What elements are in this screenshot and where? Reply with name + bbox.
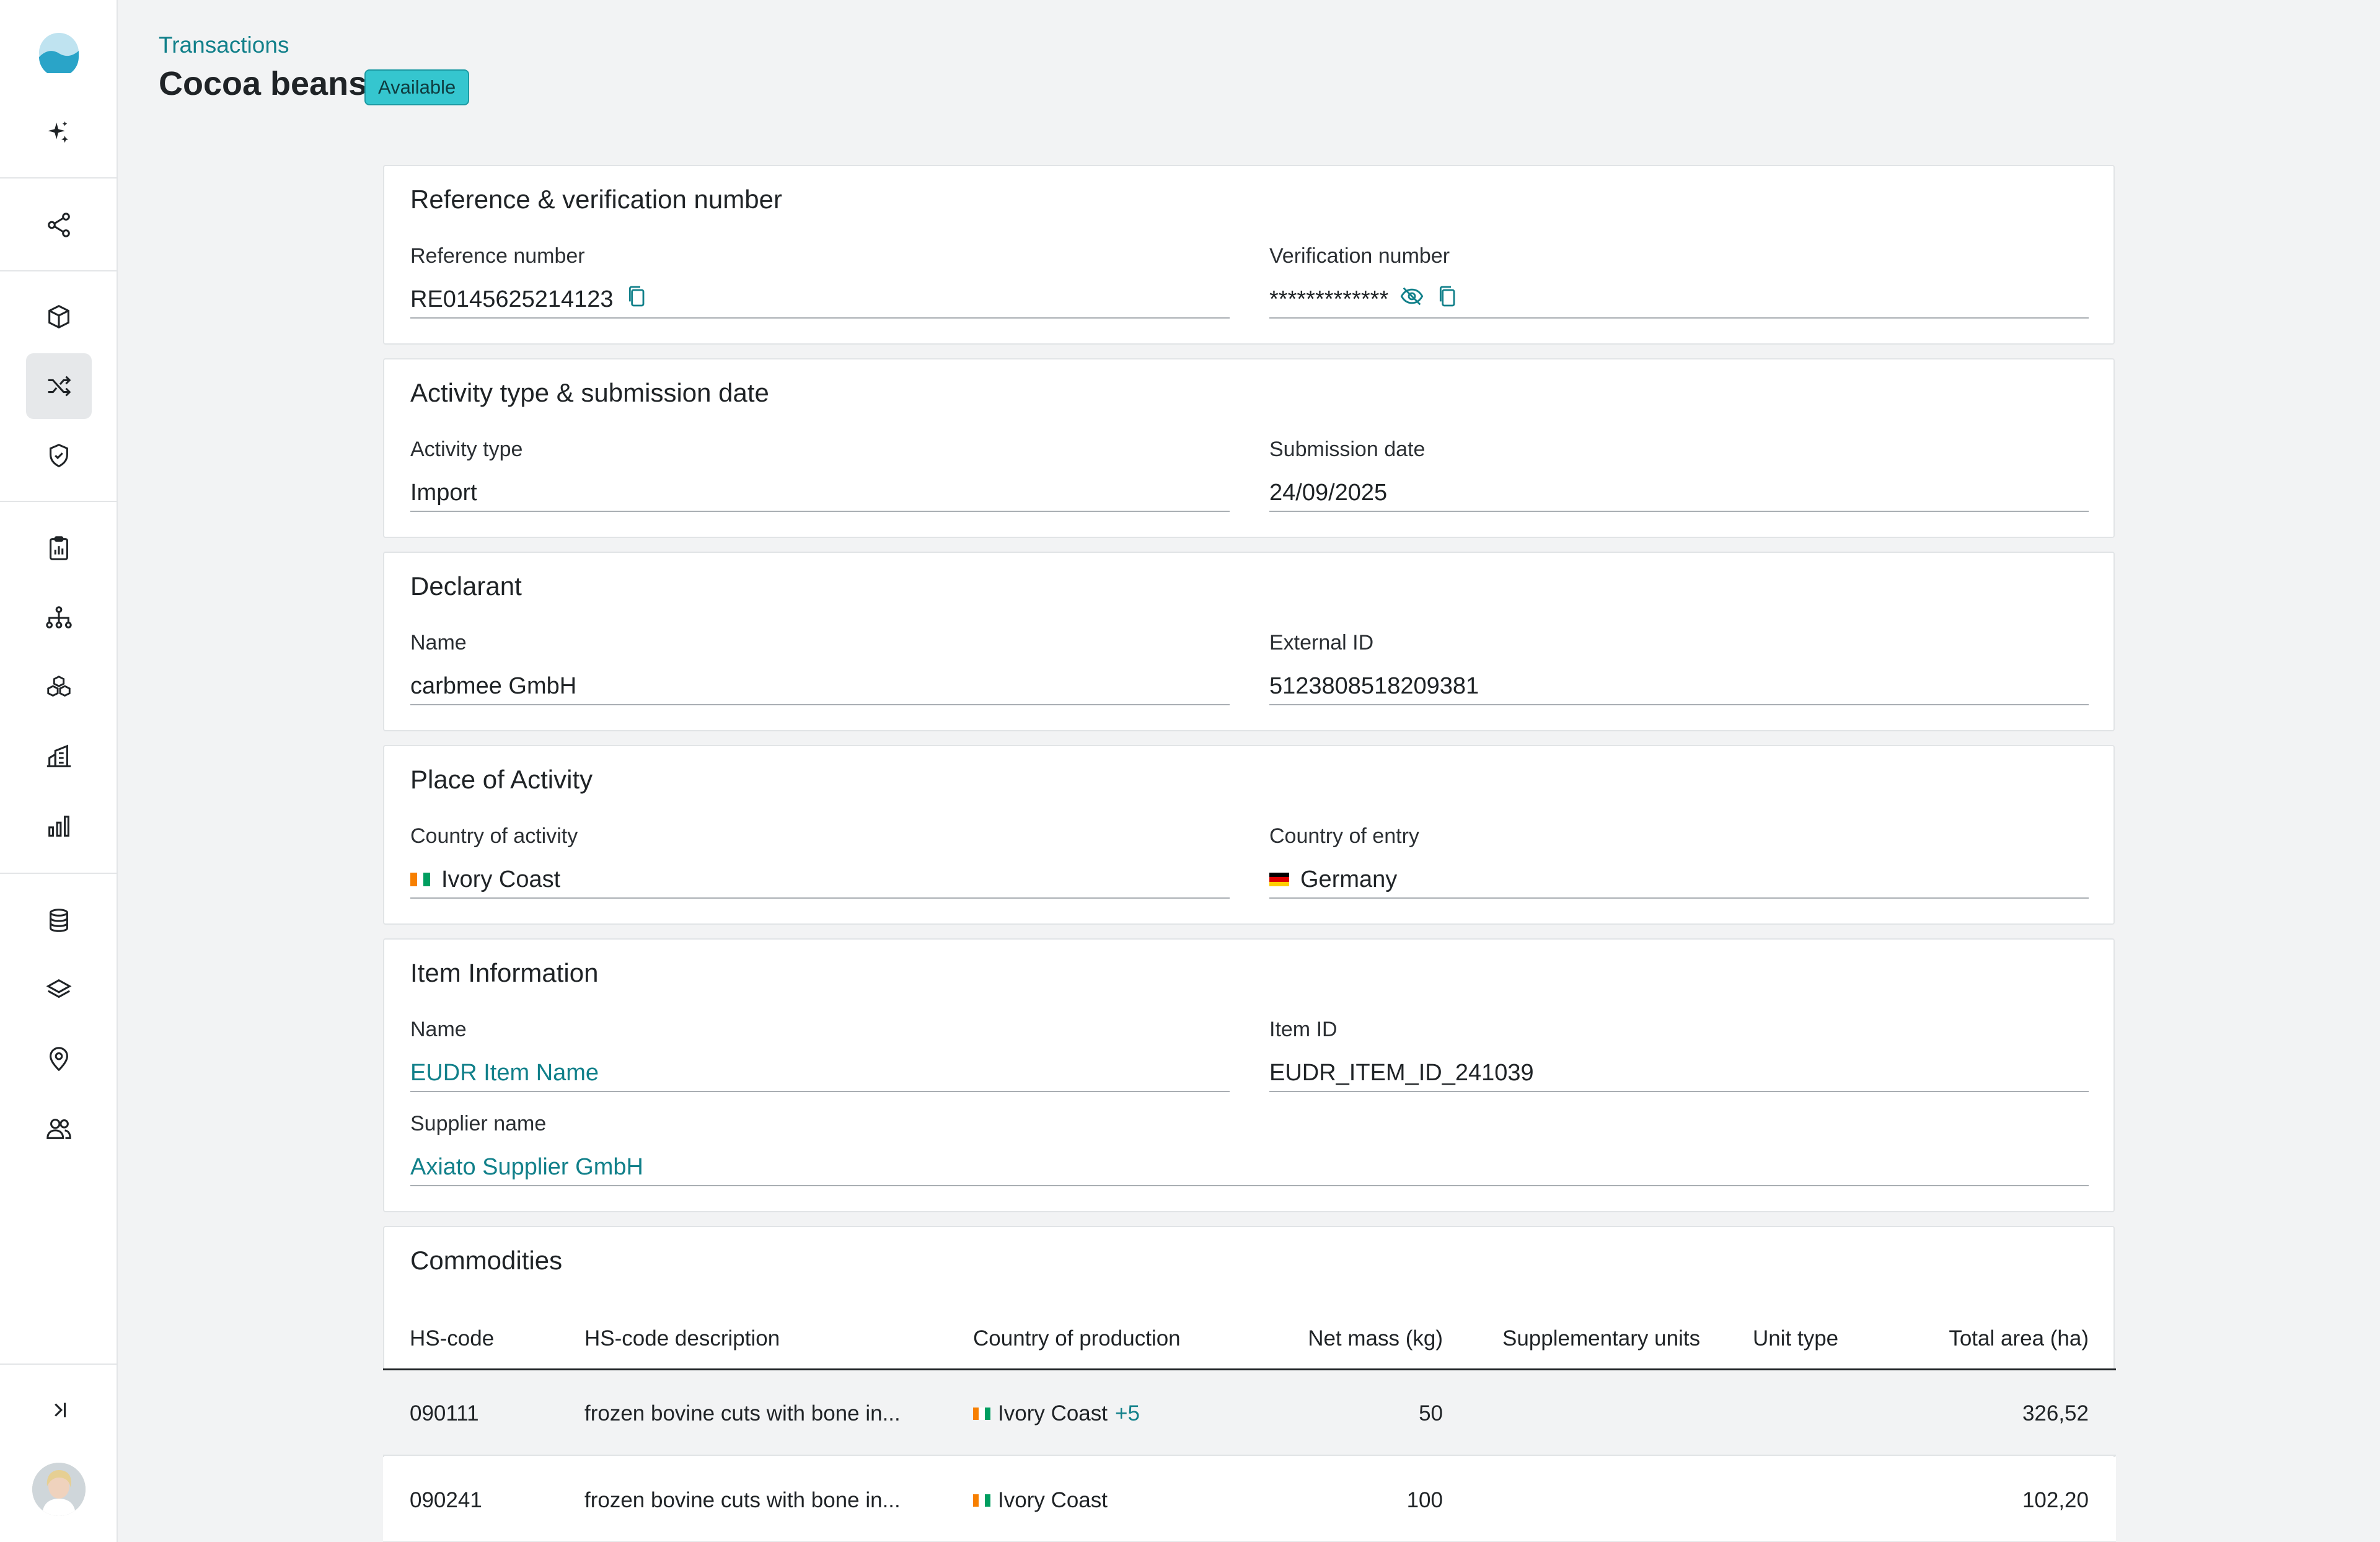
field-label: Activity type [410,438,523,461]
bar-chart-icon[interactable] [26,793,92,859]
building-chart-icon[interactable] [26,724,92,790]
field-label: Name [410,631,467,654]
country-of-entry-value: Germany [1300,866,1398,892]
column-header[interactable]: Unit type [1753,1326,1838,1351]
avatar[interactable] [32,1463,86,1516]
page-title: Cocoa beans [159,65,368,102]
hs-code-cell: 090241 [410,1488,482,1512]
item-card: Item Information Name EUDR Item Name Ite… [383,938,2115,1212]
ivory-coast-flag-icon [410,873,431,886]
column-header[interactable]: Total area (ha) [1884,1326,2089,1351]
supplier-name-field: Supplier name Axiato Supplier GmbH [410,1112,2089,1186]
item-id-value: EUDR_ITEM_ID_241039 [1269,1055,2089,1092]
field-label: Item ID [1269,1018,1338,1041]
ivory-coast-flag-icon [973,1494,990,1507]
status-badge: Available [364,69,470,105]
users-icon[interactable] [26,1096,92,1161]
shield-check-icon[interactable] [26,423,92,488]
sidebar-divider [0,270,117,271]
copy-icon[interactable] [1435,284,1460,315]
field-label: Submission date [1269,438,1426,461]
country-value: Ivory Coast [998,1488,1108,1512]
reference-card: Reference & verification number Referenc… [383,165,2115,345]
field-label: Reference number [410,244,585,268]
field-label: Name [410,1018,467,1041]
activity-type-value: Import [410,475,1230,512]
column-header[interactable]: Supplementary units [1502,1326,1700,1351]
location-pin-icon[interactable] [26,1026,92,1092]
collapse-icon[interactable] [26,1377,92,1443]
section-title: Item Information [410,958,599,987]
submission-date-value: 24/09/2025 [1269,475,2089,512]
copy-icon[interactable] [625,284,650,315]
field-label: Country of activity [410,824,578,848]
total-area-cell: 326,52 [2022,1401,2089,1425]
section-title: Place of Activity [410,765,593,794]
section-title: Activity type & submission date [410,378,769,407]
total-area-cell: 102,20 [2022,1488,2089,1512]
field-label: Country of entry [1269,824,1419,848]
sidebar-divider [0,501,117,502]
table-row[interactable]: 090241 frozen bovine cuts with bone in..… [383,1457,2116,1542]
column-header[interactable]: Net mass (kg) [1240,1326,1443,1351]
country-cell: Ivory Coast +5 [973,1401,1140,1426]
declarant-name-field: Name carbmee GmbH [410,631,1230,705]
verification-number-value: ************* [1269,286,1389,312]
activity-type-field: Activity type Import [410,438,1230,512]
country-of-entry-field: Country of entry Germany [1269,824,2089,899]
eye-off-icon[interactable] [1399,284,1424,315]
column-header[interactable]: HS-code description [584,1326,780,1351]
more-countries-link[interactable]: +5 [1115,1401,1140,1426]
app-logo[interactable] [38,32,79,77]
country-value: Ivory Coast [998,1401,1108,1425]
germany-flag-icon [1269,873,1289,886]
column-header[interactable]: Country of production [973,1326,1181,1351]
reference-number-field: Reference number RE0145625214123 [410,244,1230,319]
sidebar-divider [0,1364,117,1365]
external-id-field: External ID 5123808518209381 [1269,631,2089,705]
submission-date-field: Submission date 24/09/2025 [1269,438,2089,512]
breadcrumb[interactable]: Transactions [159,32,289,58]
field-label: Supplier name [410,1112,547,1135]
layers-icon[interactable] [26,957,92,1023]
section-title: Commodities [410,1246,563,1275]
activity-card: Activity type & submission date Activity… [383,358,2115,538]
share-nodes-icon[interactable] [26,192,92,258]
cubes-icon[interactable] [26,654,92,720]
sidebar-divider [0,177,117,178]
clipboard-chart-icon[interactable] [26,516,92,581]
verification-number-field: Verification number ************* [1269,244,2089,319]
declarant-name-value: carbmee GmbH [410,668,1230,705]
place-card: Place of Activity Country of activity Iv… [383,745,2115,925]
description-cell: frozen bovine cuts with bone in... [584,1401,901,1425]
country-cell: Ivory Coast [973,1488,1108,1513]
external-id-value: 5123808518209381 [1269,668,2089,705]
table-row[interactable]: 090111 frozen bovine cuts with bone in..… [383,1370,2116,1456]
column-header[interactable]: HS-code [410,1326,494,1351]
country-of-activity-field: Country of activity Ivory Coast [410,824,1230,899]
sidebar-divider [0,873,117,874]
country-of-activity-value: Ivory Coast [441,866,561,892]
ivory-coast-flag-icon [973,1408,990,1420]
item-name-field: Name EUDR Item Name [410,1018,1230,1092]
supplier-name-link[interactable]: Axiato Supplier GmbH [410,1149,2089,1186]
section-title: Reference & verification number [410,185,782,214]
sparkle-icon[interactable] [26,100,92,166]
field-label: External ID [1269,631,1374,654]
shuffle-icon[interactable] [26,353,92,419]
declarant-card: Declarant Name carbmee GmbH External ID … [383,552,2115,731]
field-label: Verification number [1269,244,1450,268]
database-icon[interactable] [26,888,92,953]
net-mass-cell: 50 [1419,1401,1443,1425]
sidebar [0,0,118,1542]
item-name-link[interactable]: EUDR Item Name [410,1055,1230,1092]
hierarchy-icon[interactable] [26,585,92,651]
description-cell: frozen bovine cuts with bone in... [584,1488,901,1512]
hs-code-cell: 090111 [410,1401,479,1425]
reference-number-value: RE0145625214123 [410,286,614,312]
item-id-field: Item ID EUDR_ITEM_ID_241039 [1269,1018,2089,1092]
section-title: Declarant [410,571,522,601]
box-icon[interactable] [26,284,92,350]
net-mass-cell: 100 [1406,1488,1443,1512]
